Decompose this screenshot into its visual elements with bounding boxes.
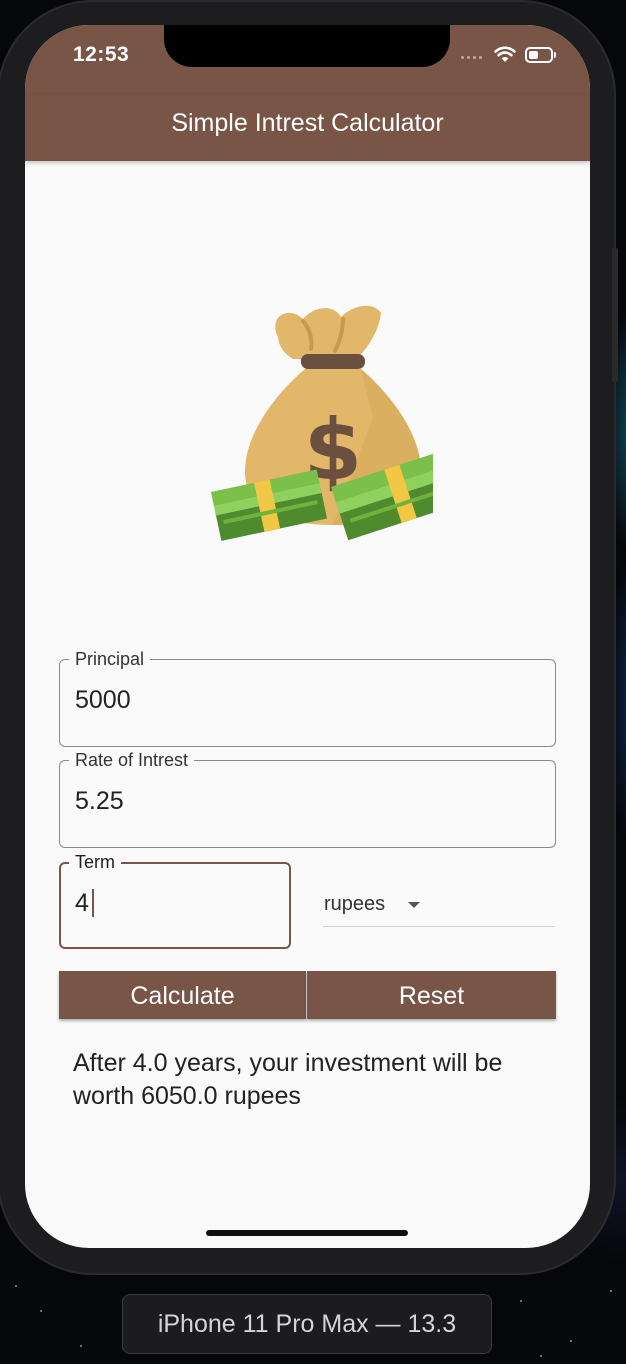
star	[15, 1285, 17, 1287]
battery-icon	[525, 47, 556, 63]
text-cursor	[92, 889, 94, 917]
currency-selected-value: rupees	[324, 893, 386, 915]
app-screen: 12:53 Simple Intrest Calculator $ Princi…	[25, 25, 590, 1248]
result-text: After 4.0 years, your investment will be…	[73, 1049, 503, 1110]
signal-icon	[461, 56, 482, 59]
star	[80, 1345, 82, 1347]
status-time: 12:53	[73, 43, 130, 66]
star	[40, 1310, 42, 1312]
star	[520, 1300, 522, 1302]
term-field[interactable]: Term 4	[59, 851, 291, 949]
currency-dropdown[interactable]: rupees	[323, 889, 555, 927]
rate-of-interest-value: 5.25	[75, 787, 124, 815]
term-value: 4	[75, 889, 89, 917]
star	[610, 1290, 612, 1292]
rate-of-interest-field[interactable]: Rate of Intrest 5.25	[59, 749, 556, 848]
home-indicator	[206, 1230, 408, 1236]
principal-value: 5000	[75, 686, 131, 714]
principal-field[interactable]: Principal 5000	[59, 648, 556, 747]
star	[570, 1340, 572, 1342]
term-label: Term	[69, 851, 121, 873]
star	[540, 1355, 542, 1357]
side-button	[612, 248, 618, 382]
wifi-icon	[494, 46, 516, 62]
page-title: Simple Intrest Calculator	[171, 109, 444, 137]
principal-label: Principal	[69, 648, 151, 670]
calculate-button[interactable]: Calculate	[59, 971, 306, 1019]
simulator-device-label: iPhone 11 Pro Max — 13.3	[122, 1294, 492, 1354]
dropdown-arrow-icon	[408, 902, 420, 908]
reset-button[interactable]: Reset	[307, 971, 556, 1019]
rate-of-interest-label: Rate of Intrest	[69, 749, 195, 771]
notch	[164, 25, 450, 67]
app-bar: Simple Intrest Calculator	[25, 95, 590, 161]
money-bag-icon: $	[210, 305, 433, 541]
status-bar: 12:53	[25, 25, 590, 95]
